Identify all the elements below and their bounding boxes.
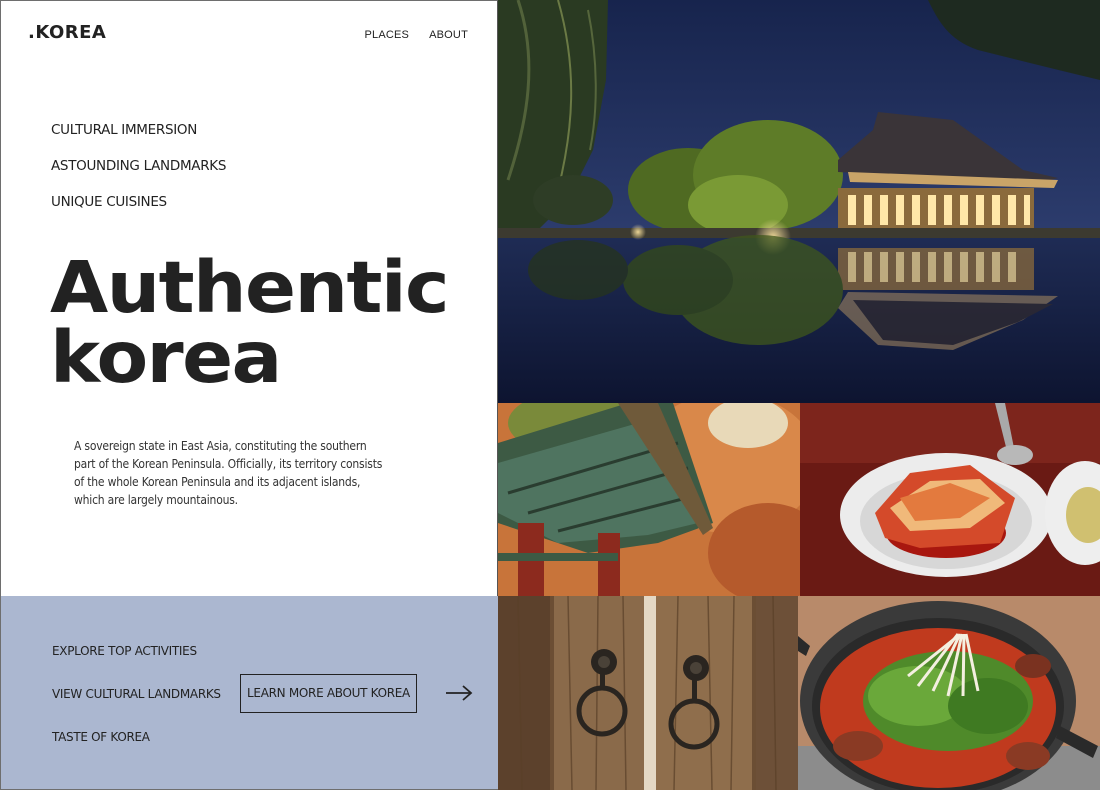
korean-stew-pot-photo <box>798 596 1100 790</box>
hero-description: A sovereign state in East Asia, constitu… <box>74 439 383 507</box>
hero-title-line-2: korea <box>50 316 282 399</box>
explore-links: EXPLORE TOP ACTIVITIES VIEW CULTURAL LAN… <box>52 640 221 769</box>
temple-eaves-autumn-photo <box>498 403 800 596</box>
hero-title-line-1: Authentic <box>50 246 450 329</box>
nav-about[interactable]: ABOUT <box>429 29 468 41</box>
night-palace-reflection-photo <box>498 0 1100 403</box>
feature-cultural-immersion[interactable]: CULTURAL IMMERSION <box>51 121 226 157</box>
learn-more-button[interactable]: LEARN MORE ABOUT KOREA <box>240 674 417 713</box>
link-explore-top-activities[interactable]: EXPLORE TOP ACTIVITIES <box>52 640 221 683</box>
wooden-door-knockers-photo <box>498 596 798 790</box>
feature-list: CULTURAL IMMERSION ASTOUNDING LANDMARKS … <box>51 121 226 229</box>
nav-places[interactable]: PLACES <box>364 29 409 41</box>
link-taste-of-korea[interactable]: TASTE OF KOREA <box>52 726 221 769</box>
explore-panel: EXPLORE TOP ACTIVITIES VIEW CULTURAL LAN… <box>0 596 498 790</box>
kimchi-dish-photo <box>800 403 1100 596</box>
brand-logo[interactable]: .KOREA <box>28 22 106 43</box>
link-view-cultural-landmarks[interactable]: VIEW CULTURAL LANDMARKS <box>52 683 221 726</box>
arrow-right-icon[interactable] <box>444 684 474 702</box>
feature-astounding-landmarks[interactable]: ASTOUNDING LANDMARKS <box>51 157 226 193</box>
hero-title: Authentic korea <box>50 252 450 393</box>
feature-unique-cuisines[interactable]: UNIQUE CUISINES <box>51 193 226 229</box>
top-nav: PLACES ABOUT <box>364 29 468 41</box>
